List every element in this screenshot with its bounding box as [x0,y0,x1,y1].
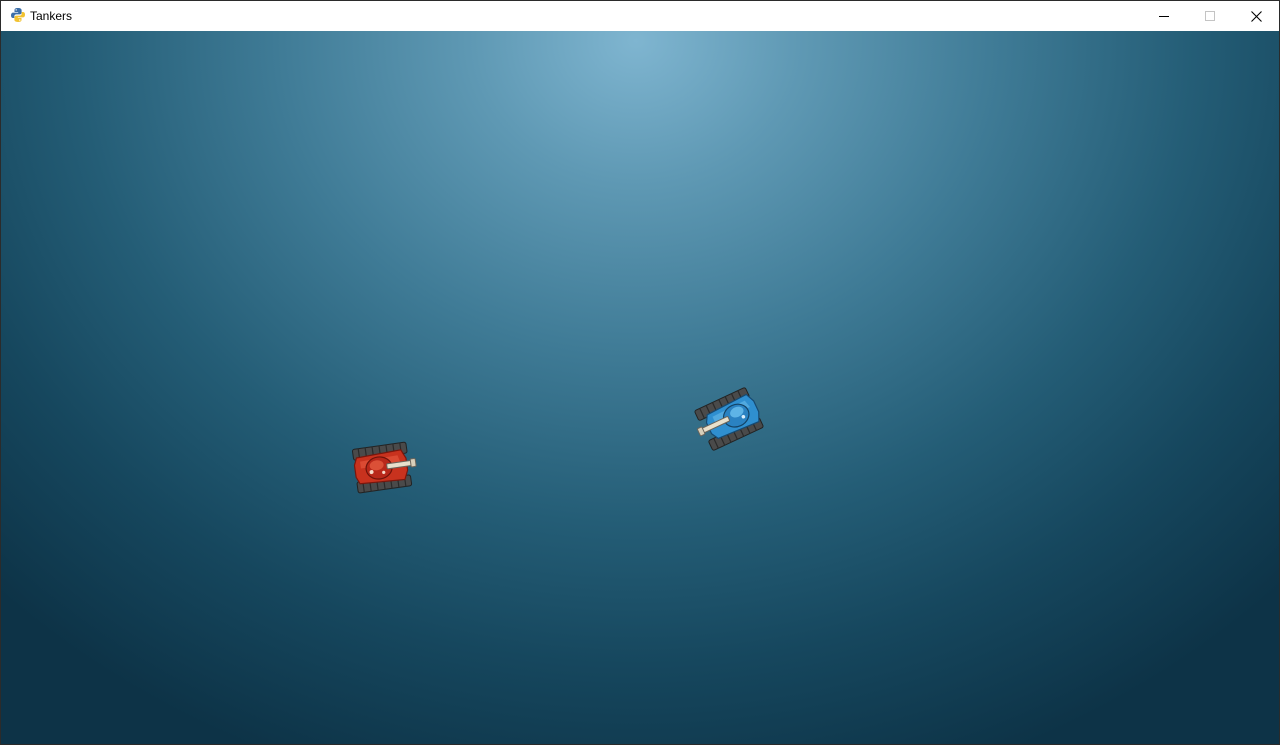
python-icon [11,8,25,22]
minimize-button[interactable] [1141,1,1187,31]
title-bar[interactable]: Tankers [1,1,1279,31]
close-icon [1250,10,1262,22]
game-canvas[interactable] [1,31,1279,744]
maximize-icon [1205,11,1215,21]
game-window: Tankers [0,0,1280,745]
minimize-icon [1159,16,1169,17]
red-tank [351,441,417,494]
close-button[interactable] [1233,1,1279,31]
maximize-button[interactable] [1187,1,1233,31]
window-title: Tankers [30,9,73,23]
blue-tank [694,387,764,451]
